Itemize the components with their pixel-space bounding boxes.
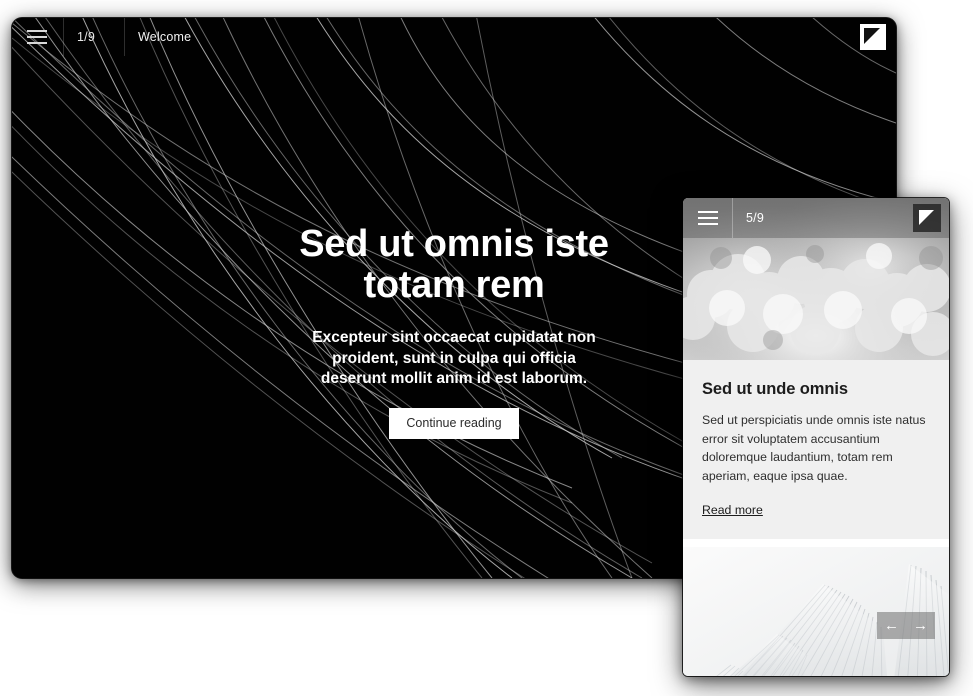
screenshot-stage: 1/9 Welcome Sed ut omnis iste totam rem … (0, 0, 973, 696)
mobile-page-indicator: 5/9 (746, 211, 764, 225)
mobile-article-card: Sed ut unde omnis Sed ut perspiciatis un… (683, 360, 949, 539)
hamburger-bar (698, 223, 718, 225)
mobile-header-bar: 5/9 (683, 198, 949, 238)
triangle-logo-icon[interactable] (913, 204, 941, 232)
mobile-viewport: 5/9 Sed ut unde omnis Sed ut perspiciati… (683, 198, 949, 676)
hamburger-bar (27, 36, 47, 38)
card-heading: Sed ut unde omnis (702, 380, 848, 398)
gallery-prev-button[interactable]: ← (877, 611, 906, 639)
hamburger-icon[interactable] (27, 30, 47, 44)
gallery-navigation: ← → (877, 611, 935, 639)
triangle-logo-glyph (864, 28, 882, 46)
card-divider (683, 538, 949, 547)
hero-heading: Sed ut omnis iste totam rem (299, 223, 609, 307)
hamburger-bar (27, 42, 47, 44)
hamburger-bar (698, 217, 718, 219)
read-more-link[interactable]: Read more (702, 503, 763, 517)
hero-subheading: Excepteur sint occaecat cupidatat non pr… (312, 329, 596, 387)
desktop-page-title: Welcome (137, 30, 192, 44)
hamburger-bar (698, 211, 718, 213)
mobile-gallery: ← → (683, 546, 949, 676)
card-body: Sed ut perspiciatis unde omnis iste natu… (702, 413, 926, 484)
gallery-next-button[interactable]: → (906, 611, 935, 639)
hamburger-bar (27, 30, 47, 32)
desktop-page-indicator: 1/9 (77, 30, 95, 44)
desktop-header-bar: 1/9 Welcome (12, 18, 896, 56)
continue-reading-button[interactable]: Continue reading (389, 408, 519, 440)
hamburger-icon[interactable] (698, 211, 718, 225)
mobile-hero-image: 5/9 (683, 198, 949, 360)
triangle-logo-glyph (918, 209, 936, 227)
triangle-logo-icon[interactable] (860, 24, 886, 50)
